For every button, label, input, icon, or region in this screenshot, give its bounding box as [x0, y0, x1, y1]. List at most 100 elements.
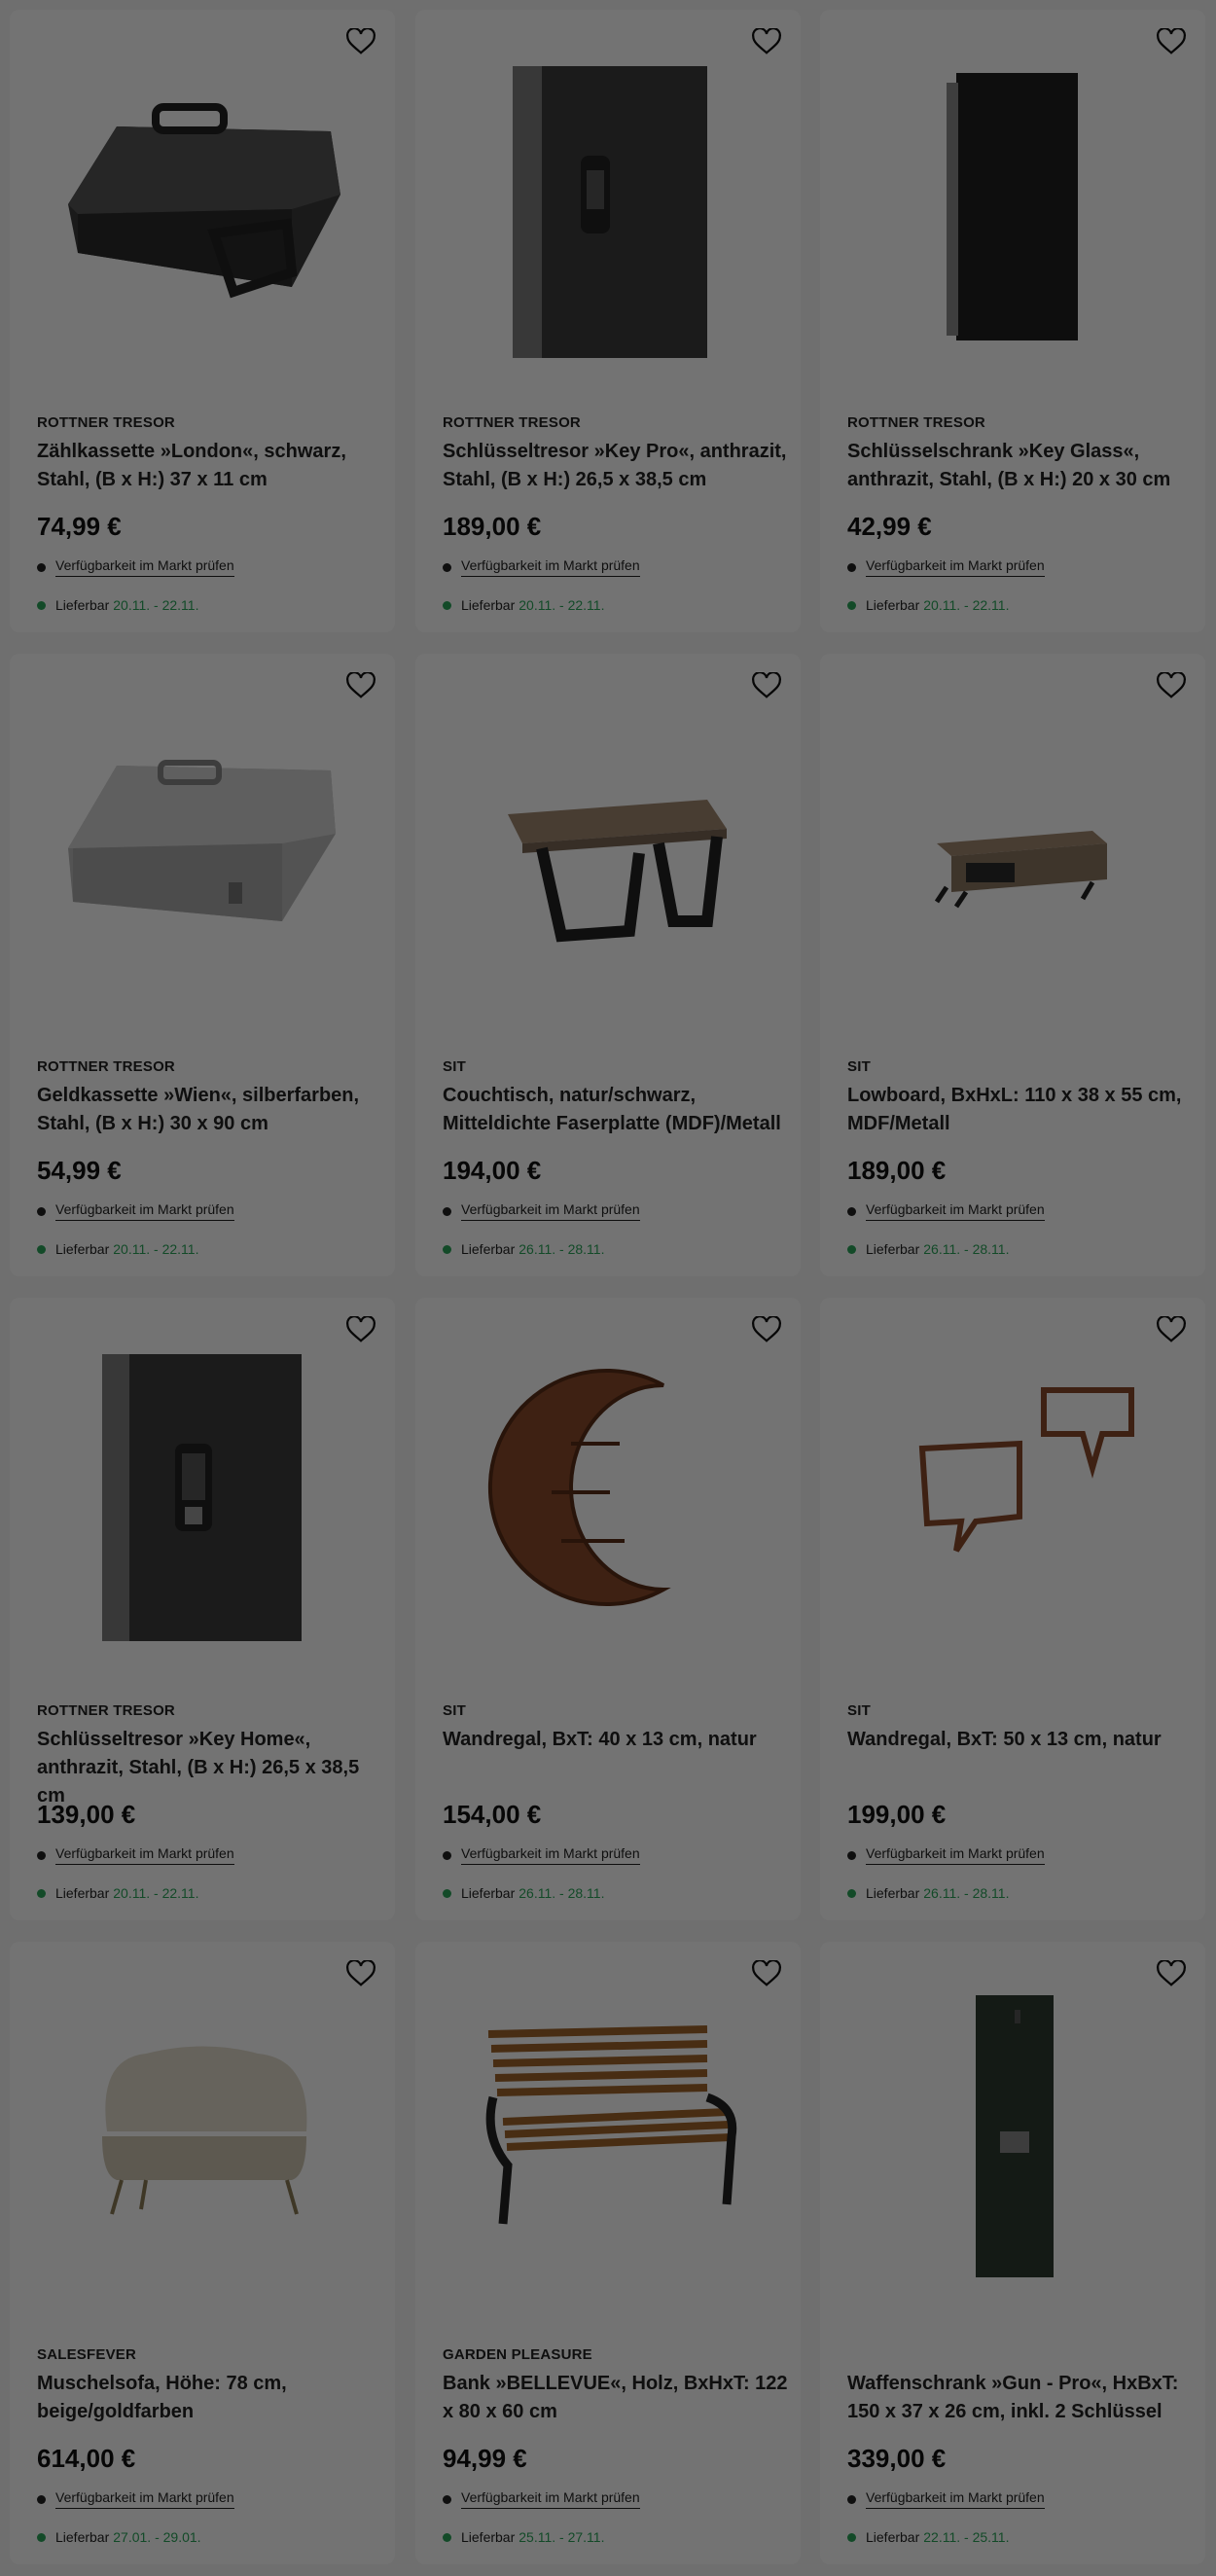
delivery-info: Lieferbar 20.11. - 22.11.: [37, 1885, 198, 1901]
product-card[interactable]: Waffenschrank »Gun - Pro«, HxBxT: 150 x …: [820, 1942, 1205, 2564]
availability-check-link[interactable]: Verfügbarkeit im Markt prüfen: [461, 1845, 640, 1865]
availability-check-link[interactable]: Verfügbarkeit im Markt prüfen: [461, 2489, 640, 2509]
wishlist-heart-icon[interactable]: [1155, 1957, 1188, 1990]
product-title[interactable]: Geldkassette »Wien«, silberfarben, Stahl…: [37, 1082, 383, 1138]
product-title[interactable]: Wandregal, BxT: 40 x 13 cm, natur: [443, 1726, 789, 1754]
delivery-status-dot-icon: [443, 1888, 451, 1898]
product-image[interactable]: [415, 10, 801, 399]
availability-check-link[interactable]: Verfügbarkeit im Markt prüfen: [461, 1201, 640, 1221]
product-card[interactable]: ROTTNER TRESOR Schlüsseltresor »Key Home…: [10, 1298, 395, 1920]
product-price: 74,99 €: [37, 512, 122, 541]
delivery-label: Lieferbar: [55, 1885, 110, 1901]
delivery-status-dot-icon: [37, 1244, 46, 1254]
availability-check-link[interactable]: Verfügbarkeit im Markt prüfen: [55, 1845, 234, 1865]
product-image[interactable]: [415, 654, 801, 1043]
availability-check[interactable]: Verfügbarkeit im Markt prüfen: [443, 1199, 640, 1224]
wishlist-heart-icon[interactable]: [750, 669, 783, 702]
product-brand: GARDEN PLEASURE: [443, 2346, 592, 2363]
wishlist-heart-icon[interactable]: [1155, 25, 1188, 58]
product-image[interactable]: [415, 1298, 801, 1687]
availability-check[interactable]: Verfügbarkeit im Markt prüfen: [443, 1843, 640, 1868]
product-title[interactable]: Waffenschrank »Gun - Pro«, HxBxT: 150 x …: [847, 2370, 1194, 2426]
product-image[interactable]: [10, 1942, 395, 2331]
delivery-info: Lieferbar 25.11. - 27.11.: [443, 2529, 604, 2545]
product-image[interactable]: [820, 654, 1205, 1043]
wishlist-heart-icon[interactable]: [344, 25, 377, 58]
product-brand: SALESFEVER: [37, 2346, 137, 2363]
availability-check-link[interactable]: Verfügbarkeit im Markt prüfen: [866, 1201, 1045, 1221]
product-card[interactable]: ROTTNER TRESOR Schlüsselschrank »Key Gla…: [820, 10, 1205, 632]
product-brand: ROTTNER TRESOR: [443, 414, 581, 431]
availability-check-link[interactable]: Verfügbarkeit im Markt prüfen: [461, 557, 640, 577]
delivery-status-dot-icon: [443, 2532, 451, 2542]
product-brand: SIT: [847, 1058, 871, 1075]
wishlist-heart-icon[interactable]: [344, 1313, 377, 1346]
product-card[interactable]: SIT Couchtisch, natur/schwarz, Mitteldic…: [415, 654, 801, 1276]
delivery-status-dot-icon: [443, 600, 451, 610]
product-title[interactable]: Bank »BELLEVUE«, Holz, BxHxT: 122 x 80 x…: [443, 2370, 789, 2426]
wishlist-heart-icon[interactable]: [750, 1313, 783, 1346]
product-card[interactable]: SIT Lowboard, BxHxL: 110 x 38 x 55 cm, M…: [820, 654, 1205, 1276]
product-title[interactable]: Schlüsseltresor »Key Pro«, anthrazit, St…: [443, 438, 789, 494]
product-image[interactable]: [820, 1298, 1205, 1687]
product-card[interactable]: SIT Wandregal, BxT: 50 x 13 cm, natur 19…: [820, 1298, 1205, 1920]
product-title[interactable]: Zählkassette »London«, schwarz, Stahl, (…: [37, 438, 383, 494]
delivery-status-dot-icon: [847, 600, 856, 610]
availability-check-link[interactable]: Verfügbarkeit im Markt prüfen: [866, 557, 1045, 577]
wishlist-heart-icon[interactable]: [750, 25, 783, 58]
product-image[interactable]: [820, 10, 1205, 399]
availability-check[interactable]: Verfügbarkeit im Markt prüfen: [847, 555, 1045, 580]
availability-check[interactable]: Verfügbarkeit im Markt prüfen: [847, 1199, 1045, 1224]
delivery-label: Lieferbar: [866, 2529, 920, 2545]
availability-check[interactable]: Verfügbarkeit im Markt prüfen: [37, 555, 234, 580]
product-image[interactable]: [10, 10, 395, 399]
delivery-label: Lieferbar: [461, 597, 516, 613]
product-card[interactable]: SIT Wandregal, BxT: 40 x 13 cm, natur 15…: [415, 1298, 801, 1920]
product-card[interactable]: ROTTNER TRESOR Schlüsseltresor »Key Pro«…: [415, 10, 801, 632]
product-title[interactable]: Schlüsseltresor »Key Home«, anthrazit, S…: [37, 1726, 383, 1810]
wishlist-heart-icon[interactable]: [1155, 669, 1188, 702]
delivery-label: Lieferbar: [866, 1241, 920, 1257]
availability-dot-icon: [37, 1850, 46, 1860]
delivery-info: Lieferbar 20.11. - 22.11.: [443, 597, 604, 613]
availability-check-link[interactable]: Verfügbarkeit im Markt prüfen: [55, 557, 234, 577]
product-title[interactable]: Muschelsofa, Höhe: 78 cm, beige/goldfarb…: [37, 2370, 383, 2426]
availability-check-link[interactable]: Verfügbarkeit im Markt prüfen: [55, 2489, 234, 2509]
availability-check[interactable]: Verfügbarkeit im Markt prüfen: [443, 2487, 640, 2512]
product-price: 339,00 €: [847, 2444, 947, 2473]
availability-check[interactable]: Verfügbarkeit im Markt prüfen: [37, 1199, 234, 1224]
product-brand: SIT: [443, 1702, 466, 1719]
product-image[interactable]: [10, 1298, 395, 1687]
delivery-date: 20.11. - 22.11.: [923, 597, 1010, 613]
availability-check-link[interactable]: Verfügbarkeit im Markt prüfen: [866, 1845, 1045, 1865]
availability-check[interactable]: Verfügbarkeit im Markt prüfen: [847, 1843, 1045, 1868]
availability-check-link[interactable]: Verfügbarkeit im Markt prüfen: [866, 2489, 1045, 2509]
wishlist-heart-icon[interactable]: [344, 1957, 377, 1990]
product-card[interactable]: GARDEN PLEASURE Bank »BELLEVUE«, Holz, B…: [415, 1942, 801, 2564]
delivery-date: 20.11. - 22.11.: [519, 597, 605, 613]
product-title[interactable]: Schlüsselschrank »Key Glass«, anthrazit,…: [847, 438, 1194, 494]
availability-check[interactable]: Verfügbarkeit im Markt prüfen: [37, 2487, 234, 2512]
availability-check[interactable]: Verfügbarkeit im Markt prüfen: [37, 1843, 234, 1868]
delivery-date: 26.11. - 28.11.: [923, 1241, 1010, 1257]
product-brand: ROTTNER TRESOR: [847, 414, 985, 431]
availability-dot-icon: [847, 2494, 856, 2504]
product-image[interactable]: [820, 1942, 1205, 2331]
product-card[interactable]: ROTTNER TRESOR Geldkassette »Wien«, silb…: [10, 654, 395, 1276]
product-image[interactable]: [10, 654, 395, 1043]
product-title[interactable]: Lowboard, BxHxL: 110 x 38 x 55 cm, MDF/M…: [847, 1082, 1194, 1138]
availability-check[interactable]: Verfügbarkeit im Markt prüfen: [443, 555, 640, 580]
wishlist-heart-icon[interactable]: [344, 669, 377, 702]
product-image[interactable]: [415, 1942, 801, 2331]
product-title[interactable]: Couchtisch, natur/schwarz, Mitteldichte …: [443, 1082, 789, 1138]
availability-dot-icon: [37, 1206, 46, 1216]
delivery-label: Lieferbar: [55, 597, 110, 613]
wishlist-heart-icon[interactable]: [750, 1957, 783, 1990]
wishlist-heart-icon[interactable]: [1155, 1313, 1188, 1346]
availability-check[interactable]: Verfügbarkeit im Markt prüfen: [847, 2487, 1045, 2512]
product-card[interactable]: SALESFEVER Muschelsofa, Höhe: 78 cm, bei…: [10, 1942, 395, 2564]
product-card[interactable]: ROTTNER TRESOR Zählkassette »London«, sc…: [10, 10, 395, 632]
availability-check-link[interactable]: Verfügbarkeit im Markt prüfen: [55, 1201, 234, 1221]
product-price: 54,99 €: [37, 1156, 122, 1185]
product-title[interactable]: Wandregal, BxT: 50 x 13 cm, natur: [847, 1726, 1194, 1754]
